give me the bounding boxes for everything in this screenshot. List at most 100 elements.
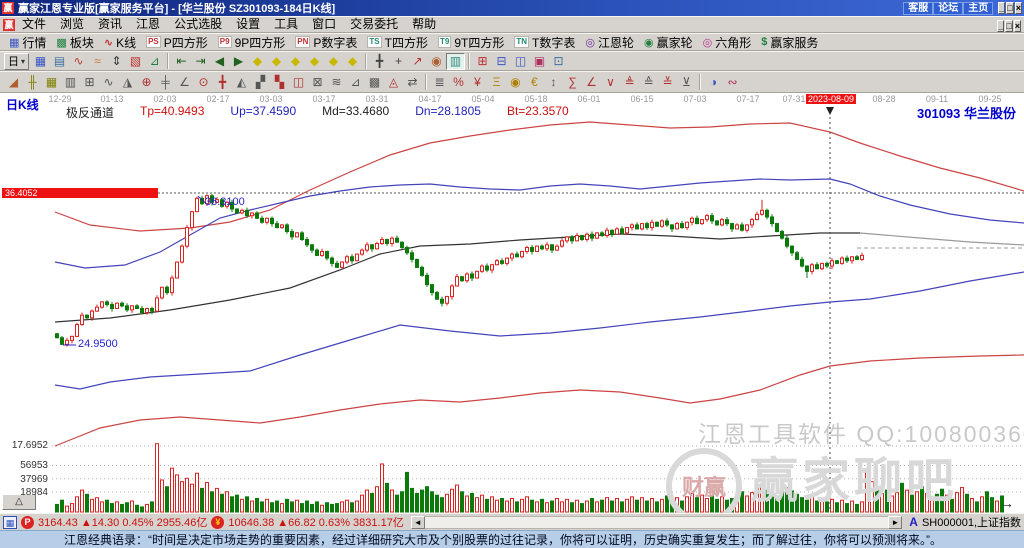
- draw-angle-icon[interactable]: ◢: [4, 74, 23, 91]
- menu-item-工具[interactable]: 工具: [267, 17, 305, 32]
- first-bar-icon[interactable]: ⇤: [172, 53, 191, 70]
- current-index-label[interactable]: SH000001,上证指数: [922, 514, 1021, 530]
- prev-bar-icon[interactable]: ◀: [210, 53, 229, 70]
- draw-swap-icon[interactable]: ⇄: [403, 74, 422, 91]
- draw-ring-icon[interactable]: ⊙: [194, 74, 213, 91]
- last-bar-icon[interactable]: ⇥: [191, 53, 210, 70]
- sh-index-quote[interactable]: 3164.43 ▲14.30 0.45% 2955.46亿: [38, 514, 207, 530]
- gann-marker-icon[interactable]: ◆: [324, 53, 343, 70]
- winner-wheel-button[interactable]: ◉ 赢家轮: [639, 34, 698, 50]
- menu-item-设置[interactable]: 设置: [229, 17, 267, 32]
- tool-price-icon[interactable]: ¥: [468, 74, 487, 91]
- p-number-table-button[interactable]: PN P数字表: [290, 34, 362, 50]
- window-icon[interactable]: ◫: [511, 53, 530, 70]
- tool-sum-icon[interactable]: ∑: [563, 74, 582, 91]
- gann-marker-icon[interactable]: ◆: [248, 53, 267, 70]
- p-square-button[interactable]: PS P四方形: [141, 34, 213, 50]
- crosshair-tool-icon[interactable]: +: [389, 53, 408, 70]
- sz-index-quote[interactable]: 10646.38 ▲66.82 0.63% 3831.17亿: [228, 514, 403, 530]
- info-view-icon[interactable]: ▤: [50, 53, 69, 70]
- status-scrollbar[interactable]: ◄ ►: [410, 515, 903, 529]
- draw-apex-icon[interactable]: ◬: [384, 74, 403, 91]
- menu-item-窗口[interactable]: 窗口: [305, 17, 343, 32]
- close-button[interactable]: ×: [1014, 2, 1022, 14]
- draw-band-icon[interactable]: ▚: [270, 74, 289, 91]
- tool-xor-icon[interactable]: ⊻: [677, 74, 696, 91]
- next-bar-icon[interactable]: ▶: [229, 53, 248, 70]
- scroll-right-btn-icon[interactable]: ►: [888, 515, 903, 529]
- draw-wedge-icon[interactable]: ⊿: [346, 74, 365, 91]
- draw-fan-icon[interactable]: ◭: [232, 74, 251, 91]
- draw-circle-icon[interactable]: ⊕: [137, 74, 156, 91]
- child-restore-button[interactable]: □: [1005, 19, 1013, 32]
- calendar-icon[interactable]: ⊞: [473, 53, 492, 70]
- gann-marker-icon[interactable]: ◆: [305, 53, 324, 70]
- period-selector[interactable]: 日 ▾: [4, 52, 30, 70]
- candle-style-icon[interactable]: ⇕: [107, 53, 126, 70]
- draw-channel-icon[interactable]: ▞: [251, 74, 270, 91]
- draw-split-icon[interactable]: ◫: [289, 74, 308, 91]
- restore-button[interactable]: □: [1006, 2, 1014, 14]
- tool-delta-icon[interactable]: ≜: [620, 74, 639, 91]
- yinyang-icon[interactable]: ◑: [704, 74, 723, 91]
- draw-lines-icon[interactable]: ▥: [61, 74, 80, 91]
- gann-wheel-button[interactable]: ◎ 江恩轮: [580, 34, 639, 50]
- tool-eq-icon[interactable]: ≚: [658, 74, 677, 91]
- hand-tool-icon[interactable]: ╋: [370, 53, 389, 70]
- calculator-icon[interactable]: ⊟: [492, 53, 511, 70]
- scroll-right-icon[interactable]: →: [1000, 495, 1014, 511]
- tool-gold-icon[interactable]: Ξ: [487, 74, 506, 91]
- child-close-button[interactable]: ×: [1013, 19, 1021, 32]
- draw-grid-icon[interactable]: ╫: [23, 74, 42, 91]
- save-icon[interactable]: ▣: [530, 53, 549, 70]
- menu-item-公式选股[interactable]: 公式选股: [167, 17, 229, 32]
- tool-est-icon[interactable]: ≙: [639, 74, 658, 91]
- draw-box-icon[interactable]: ⊞: [80, 74, 99, 91]
- menu-item-资讯[interactable]: 资讯: [91, 17, 129, 32]
- menu-item-文件[interactable]: 文件: [15, 17, 53, 32]
- draw-cycle-icon[interactable]: ∿: [99, 74, 118, 91]
- minimize-button[interactable]: _: [998, 2, 1006, 14]
- tool-value-icon[interactable]: €: [525, 74, 544, 91]
- gann-marker-icon[interactable]: ◆: [343, 53, 362, 70]
- menu-item-帮助[interactable]: 帮助: [405, 17, 443, 32]
- print-icon[interactable]: ⊡: [549, 53, 568, 70]
- tool-focus-icon[interactable]: ◉: [506, 74, 525, 91]
- market-quotes-button[interactable]: ▦ 行情: [4, 34, 51, 50]
- chart-area[interactable]: 日K线 极反通道 Tp=40.9493 Up=37.4590 Md=33.468…: [0, 93, 1024, 513]
- winner-service-button[interactable]: $ 赢家服务: [756, 34, 823, 50]
- tool-range-icon[interactable]: ↕: [544, 74, 563, 91]
- tool-levels-icon[interactable]: ≣: [430, 74, 449, 91]
- sectors-button[interactable]: ▩ 板块: [51, 34, 98, 50]
- draw-rail-icon[interactable]: ╪: [156, 74, 175, 91]
- grid-tool-icon[interactable]: ▥: [446, 52, 466, 70]
- gann-marker-icon[interactable]: ◆: [267, 53, 286, 70]
- wave-view-icon[interactable]: ≈: [88, 53, 107, 70]
- scroll-left-icon[interactable]: ◄: [410, 515, 425, 529]
- support-button[interactable]: 客服: [903, 2, 934, 15]
- red-chart-icon[interactable]: ▧: [126, 53, 145, 70]
- tool-percent-icon[interactable]: %: [449, 74, 468, 91]
- tool-angle-icon[interactable]: ∠: [582, 74, 601, 91]
- nine-p-square-button[interactable]: P9 9P四方形: [213, 34, 290, 50]
- wave-link-icon[interactable]: ∾: [723, 74, 742, 91]
- draw-waves-icon[interactable]: ≋: [327, 74, 346, 91]
- tool-vee-icon[interactable]: ∨: [601, 74, 620, 91]
- trendline-tool-icon[interactable]: ↗: [408, 53, 427, 70]
- panel-view-icon[interactable]: ▦: [31, 53, 50, 70]
- kline-button[interactable]: ∿ K线: [99, 34, 141, 50]
- candles-layer[interactable]: [55, 193, 864, 347]
- pane-label[interactable]: 日K线: [6, 96, 39, 113]
- quote-grid-icon[interactable]: ▦: [3, 515, 17, 529]
- t-square-button[interactable]: TS T四方形: [362, 34, 433, 50]
- menu-item-浏览[interactable]: 浏览: [53, 17, 91, 32]
- target-tool-icon[interactable]: ◉: [427, 53, 446, 70]
- draw-net-icon[interactable]: ▦: [42, 74, 61, 91]
- draw-cross-icon[interactable]: ╋: [213, 74, 232, 91]
- menu-item-江恩[interactable]: 江恩: [129, 17, 167, 32]
- forum-button[interactable]: 论坛: [933, 2, 964, 15]
- hexagon-button[interactable]: ◎ 六角形: [698, 34, 757, 50]
- curve-view-icon[interactable]: ∿: [69, 53, 88, 70]
- scrollbar-track[interactable]: [424, 515, 889, 529]
- draw-gann-angle-icon[interactable]: ∠: [175, 74, 194, 91]
